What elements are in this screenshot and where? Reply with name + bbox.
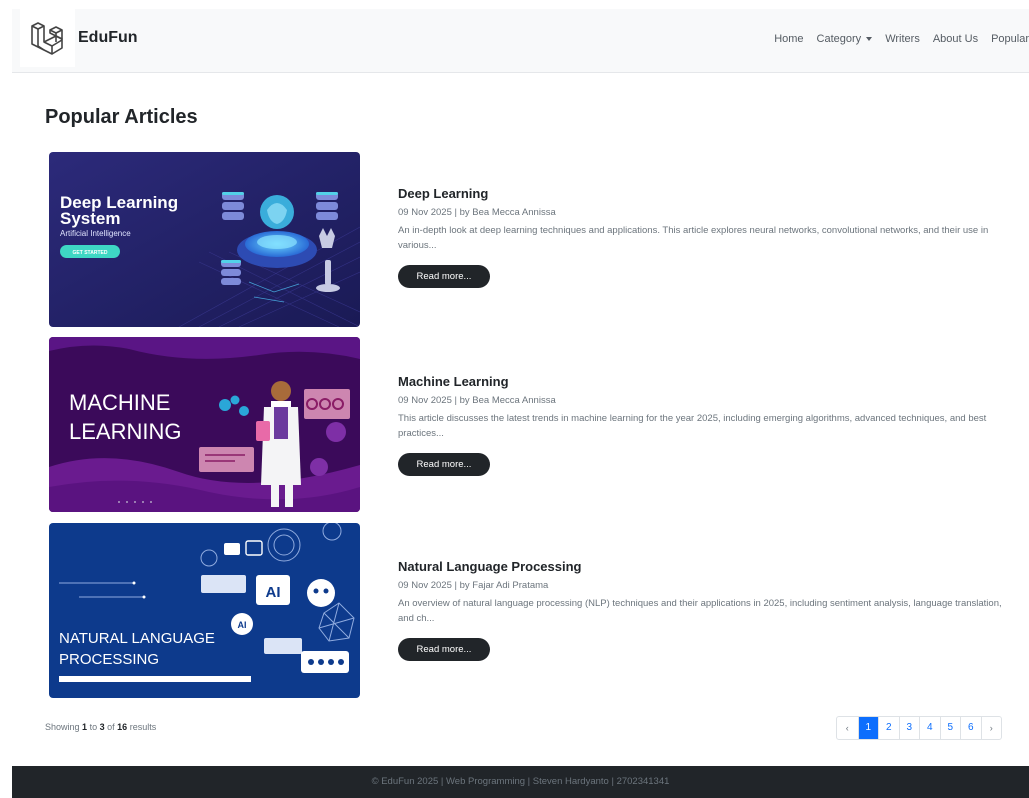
page-1-button[interactable]: 1 <box>857 717 878 739</box>
article-meta: 09 Nov 2025 | by Fajar Adi Pratama <box>398 580 549 591</box>
page-3-button[interactable]: 3 <box>898 717 920 739</box>
article-excerpt: An overview of natural language processi… <box>398 598 1002 624</box>
results-prefix: Showing <box>45 722 80 732</box>
nav-writers[interactable]: Writers <box>885 33 920 45</box>
results-summary: Showing 1 to 3 of 16 results <box>45 722 156 732</box>
page-4-button[interactable]: 4 <box>919 717 940 739</box>
image-text-deep-learning-line2: System <box>60 209 120 228</box>
image-text-nlp-line1: NATURAL LANGUAGE <box>59 630 215 647</box>
read-more-button[interactable]: Read more... <box>398 453 490 476</box>
article-image-machine-learning[interactable]: MACHINE LEARNING <box>49 337 360 512</box>
brand-name[interactable]: EduFun <box>78 29 138 47</box>
chevron-right-icon[interactable]: › <box>980 717 1002 739</box>
article-image-nlp[interactable]: AI AI NATURAL LANGUAGE PROCESSING <box>49 523 360 698</box>
image-text-nlp-line2: PROCESSING <box>59 651 159 668</box>
article-meta: 09 Nov 2025 | by Bea Mecca Annissa <box>398 395 556 406</box>
chevron-left-icon[interactable]: ‹ <box>837 717 858 739</box>
image-text-deep-learning-line3: Artificial Intelligence <box>60 229 131 238</box>
article-excerpt: This article discusses the latest trends… <box>398 413 987 439</box>
image-text-nlp-ai-badge: AI <box>238 620 247 630</box>
results-suffix: results <box>129 722 157 732</box>
read-more-button[interactable]: Read more... <box>398 638 490 661</box>
article-meta: 09 Nov 2025 | by Bea Mecca Annissa <box>398 207 556 218</box>
article-title[interactable]: Machine Learning <box>398 374 1009 389</box>
nav-category[interactable]: Category <box>817 33 873 45</box>
nav-popular[interactable]: Popular <box>991 33 1029 45</box>
footer-text: © EduFun 2025 | Web Programming | Steven… <box>371 776 670 787</box>
brand-logo-icon[interactable] <box>20 9 75 67</box>
image-text-deep-learning-cta: GET STARTED <box>73 250 108 256</box>
article-title[interactable]: Natural Language Processing <box>398 559 1009 574</box>
footer: © EduFun 2025 | Web Programming | Steven… <box>12 766 1029 798</box>
article-info: Deep Learning 09 Nov 2025 | by Bea Mecca… <box>398 186 1009 288</box>
article-info: Natural Language Processing 09 Nov 2025 … <box>398 559 1009 661</box>
image-text-nlp-ai-chip: AI <box>266 584 281 601</box>
article-info: Machine Learning 09 Nov 2025 | by Bea Me… <box>398 374 1009 476</box>
nav-category-label: Category <box>816 33 862 45</box>
results-from: 1 <box>82 722 88 732</box>
results-to: 3 <box>99 722 105 732</box>
page-5-button[interactable]: 5 <box>939 717 961 739</box>
nav-about-us[interactable]: About Us <box>933 33 978 45</box>
nav-home[interactable]: Home <box>774 33 803 45</box>
results-total: 16 <box>117 722 128 732</box>
page-6-button[interactable]: 6 <box>960 717 981 739</box>
article-card-deep-learning: Deep Learning System Artificial Intellig… <box>49 152 1009 327</box>
article-card-nlp: AI AI NATURAL LANGUAGE PROCESSING Natura… <box>49 523 1009 698</box>
image-text-machine-learning-line2: LEARNING <box>69 419 181 444</box>
read-more-button[interactable]: Read more... <box>398 265 490 288</box>
caret-down-icon <box>866 37 873 41</box>
nav-menu: Home Category Writers About Us Popular <box>774 33 1029 45</box>
image-text-machine-learning-line1: MACHINE <box>69 390 170 415</box>
results-of-word: of <box>107 722 115 732</box>
pagination: ‹ 1 2 3 4 5 6 › <box>836 716 1002 740</box>
article-card-machine-learning: MACHINE LEARNING Machine Learning 09 Nov… <box>49 337 1009 512</box>
article-title[interactable]: Deep Learning <box>398 186 1009 201</box>
article-excerpt: An in-depth look at deep learning techni… <box>398 225 989 251</box>
navbar: EduFun Home Category Writers About Us Po… <box>12 9 1029 73</box>
page-2-button[interactable]: 2 <box>878 717 899 739</box>
page-title: Popular Articles <box>45 106 198 128</box>
article-image-deep-learning[interactable]: Deep Learning System Artificial Intellig… <box>49 152 360 327</box>
results-to-word: to <box>89 722 98 732</box>
